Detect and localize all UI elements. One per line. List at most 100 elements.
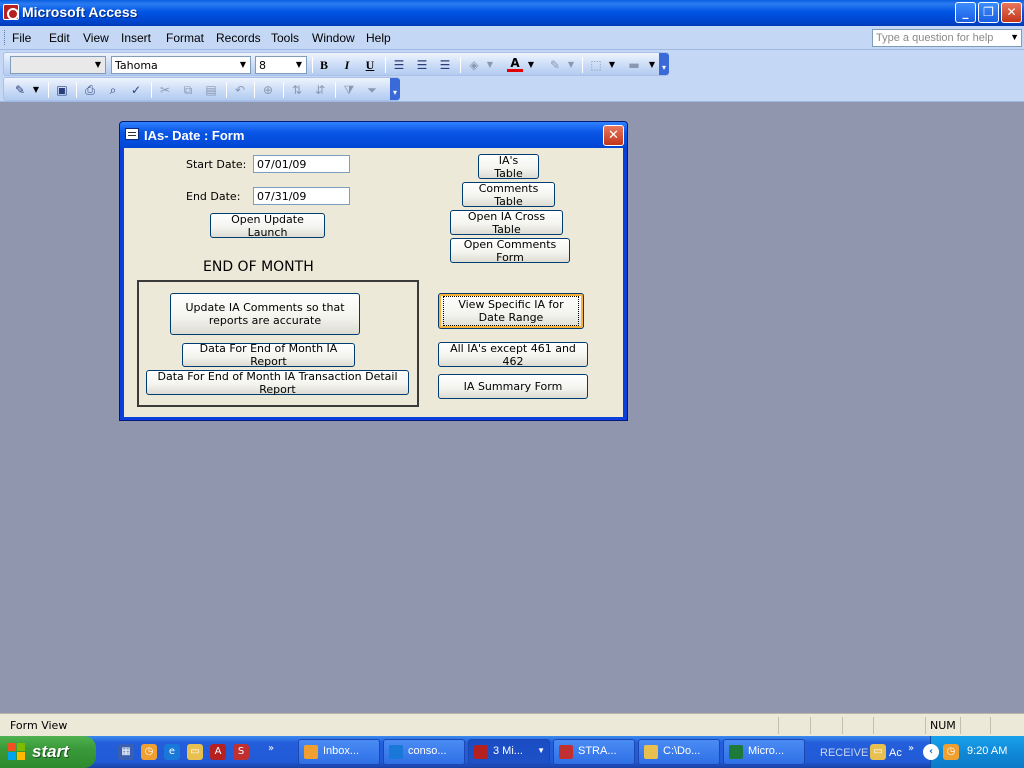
minimize-button[interactable]: _ <box>955 2 976 23</box>
bold-button[interactable]: B <box>316 57 332 73</box>
ia-summary-form-button[interactable]: IA Summary Form <box>438 374 588 399</box>
menu-format[interactable]: Format <box>166 31 204 45</box>
taskbar-clock[interactable]: 9:20 AM <box>967 745 1007 757</box>
chevron-down-icon[interactable]: ▼ <box>523 57 539 73</box>
show-desktop-icon[interactable]: ▦ <box>118 744 134 760</box>
access-icon[interactable]: A <box>210 744 226 760</box>
task-folder[interactable]: C:\Do... <box>638 739 720 765</box>
data-eom-transaction-report-button[interactable]: Data For End of Month IA Transaction Det… <box>146 370 409 396</box>
chevron-down-icon[interactable]: ▼ <box>482 57 498 73</box>
task-excel[interactable]: Micro... <box>723 739 805 765</box>
line-width-icon[interactable]: ▬ <box>626 57 642 73</box>
sort-descending-icon[interactable]: ⇵ <box>312 82 328 98</box>
print-icon[interactable]: ⎙ <box>82 82 98 98</box>
ias-table-button[interactable]: IA's Table <box>478 154 539 180</box>
filter-by-selection-icon[interactable]: ⧩ <box>341 82 357 98</box>
open-update-launch-button[interactable]: Open Update Launch <box>210 213 325 239</box>
task-inbox[interactable]: Inbox... <box>298 739 380 765</box>
font-combo[interactable]: Tahoma ▼ <box>111 56 251 74</box>
border-icon[interactable]: ⬚ <box>588 57 604 73</box>
update-ia-comments-button[interactable]: Update IA Comments so that reports are a… <box>170 293 360 335</box>
task-access[interactable]: 3 Mi... ▼ <box>468 739 550 765</box>
copy-icon[interactable]: ⧉ <box>180 82 196 98</box>
align-left-icon[interactable]: ☰ <box>391 57 407 73</box>
data-eom-ia-report-button[interactable]: Data For End of Month IA Report <box>182 342 355 368</box>
object-combo[interactable]: ▼ <box>10 56 106 74</box>
menu-window[interactable]: Window <box>312 31 355 45</box>
toolbar-options-icon[interactable]: ▾ <box>390 78 400 100</box>
hyperlink-icon[interactable]: ⊕ <box>260 82 276 98</box>
menu-view[interactable]: View <box>83 31 109 45</box>
cut-icon[interactable]: ✂ <box>157 82 173 98</box>
menu-grip[interactable] <box>4 30 7 45</box>
access-app-icon[interactable] <box>3 4 19 20</box>
menu-tools[interactable]: Tools <box>271 31 299 45</box>
form-icon[interactable] <box>125 128 139 140</box>
status-panel <box>990 717 991 734</box>
align-center-icon[interactable]: ☰ <box>414 57 430 73</box>
start-button[interactable]: start <box>0 736 96 768</box>
menu-help[interactable]: Help <box>366 31 391 45</box>
app-title-bar[interactable]: Microsoft Access _ ❐ ✕ <box>0 0 1024 26</box>
comments-table-button[interactable]: Comments Table <box>462 182 555 208</box>
undo-icon[interactable]: ↶ <box>232 82 248 98</box>
menu-records[interactable]: Records <box>216 31 261 45</box>
sort-ascending-icon[interactable]: ⇅ <box>289 82 305 98</box>
close-button[interactable]: ✕ <box>1001 2 1022 23</box>
italic-button[interactable]: I <box>339 57 355 73</box>
paste-icon[interactable]: ▤ <box>203 82 219 98</box>
menu-file[interactable]: File <box>12 31 31 45</box>
form-close-button[interactable]: ✕ <box>603 125 624 146</box>
form-title-bar[interactable]: IAs- Date : Form ✕ <box>120 122 627 148</box>
print-preview-icon[interactable]: ⌕ <box>105 82 121 98</box>
taskbar: start ▦ ◷ e ▭ A S » Inbox... conso... 3 … <box>0 736 1024 768</box>
start-date-field[interactable]: 07/01/09 <box>253 155 350 173</box>
address-toolbar-label[interactable]: Ac <box>889 747 902 759</box>
underline-button[interactable]: U <box>362 57 378 73</box>
chevron-down-icon[interactable]: ▼ <box>293 58 305 72</box>
strata-icon[interactable]: S <box>233 744 249 760</box>
font-color-icon[interactable]: A <box>507 57 523 72</box>
quick-launch-expand-icon[interactable]: » <box>268 743 274 754</box>
filter-icon[interactable]: ⏷ <box>364 82 380 98</box>
toolbar-expand-icon[interactable]: » <box>908 743 914 754</box>
folder-icon[interactable]: ▭ <box>187 744 203 760</box>
help-question-input[interactable]: Type a question for help ▼ <box>872 29 1022 47</box>
end-date-field[interactable]: 07/31/09 <box>253 187 350 205</box>
save-icon[interactable]: ▣ <box>54 82 70 98</box>
chevron-down-icon[interactable]: ▼ <box>237 58 249 72</box>
font-size-combo[interactable]: 8 ▼ <box>255 56 307 74</box>
internet-explorer-icon[interactable]: e <box>164 744 180 760</box>
menu-edit[interactable]: Edit <box>49 31 70 45</box>
folder-icon <box>644 745 658 759</box>
menu-insert[interactable]: Insert <box>121 31 151 45</box>
form-body: Start Date: 07/01/09 End Date: 07/31/09 … <box>124 148 623 417</box>
view-specific-ia-button[interactable]: View Specific IA for Date Range <box>438 293 584 329</box>
all-ias-except-button[interactable]: All IA's except 461 and 462 <box>438 342 588 368</box>
chevron-down-icon[interactable]: ▼ <box>1010 32 1019 42</box>
receive-toolbar-label[interactable]: RECEIVE <box>820 747 868 759</box>
task-strata[interactable]: STRA... <box>553 739 635 765</box>
tray-expand-icon[interactable]: ‹ <box>923 744 939 760</box>
design-view-icon[interactable]: ✎ <box>12 82 28 98</box>
chevron-down-icon[interactable]: ▼ <box>92 58 104 72</box>
folder-icon[interactable]: ▭ <box>870 744 886 760</box>
chevron-down-icon[interactable]: ▼ <box>644 57 660 73</box>
align-right-icon[interactable]: ☰ <box>437 57 453 73</box>
chevron-down-icon[interactable]: ▼ <box>537 746 545 755</box>
spelling-icon[interactable]: ✓ <box>128 82 144 98</box>
clock-app-icon[interactable]: ◷ <box>141 744 157 760</box>
line-color-icon[interactable]: ✎ <box>547 57 563 73</box>
restore-button[interactable]: ❐ <box>978 2 999 23</box>
task-console[interactable]: conso... <box>383 739 465 765</box>
chevron-down-icon[interactable]: ▼ <box>563 57 579 73</box>
clock-app-icon[interactable]: ◷ <box>943 744 959 760</box>
windows-flag-icon <box>8 743 26 761</box>
chevron-down-icon[interactable]: ▼ <box>28 82 44 98</box>
open-ia-cross-table-button[interactable]: Open IA Cross Table <box>450 210 563 236</box>
open-comments-form-button[interactable]: Open Comments Form <box>450 238 570 264</box>
fill-color-icon[interactable]: ◈ <box>466 57 482 73</box>
chevron-down-icon[interactable]: ▼ <box>604 57 620 73</box>
toolbar-options-icon[interactable]: ▾ <box>659 53 669 75</box>
ia-date-form-window[interactable]: IAs- Date : Form ✕ Start Date: 07/01/09 … <box>119 121 628 421</box>
